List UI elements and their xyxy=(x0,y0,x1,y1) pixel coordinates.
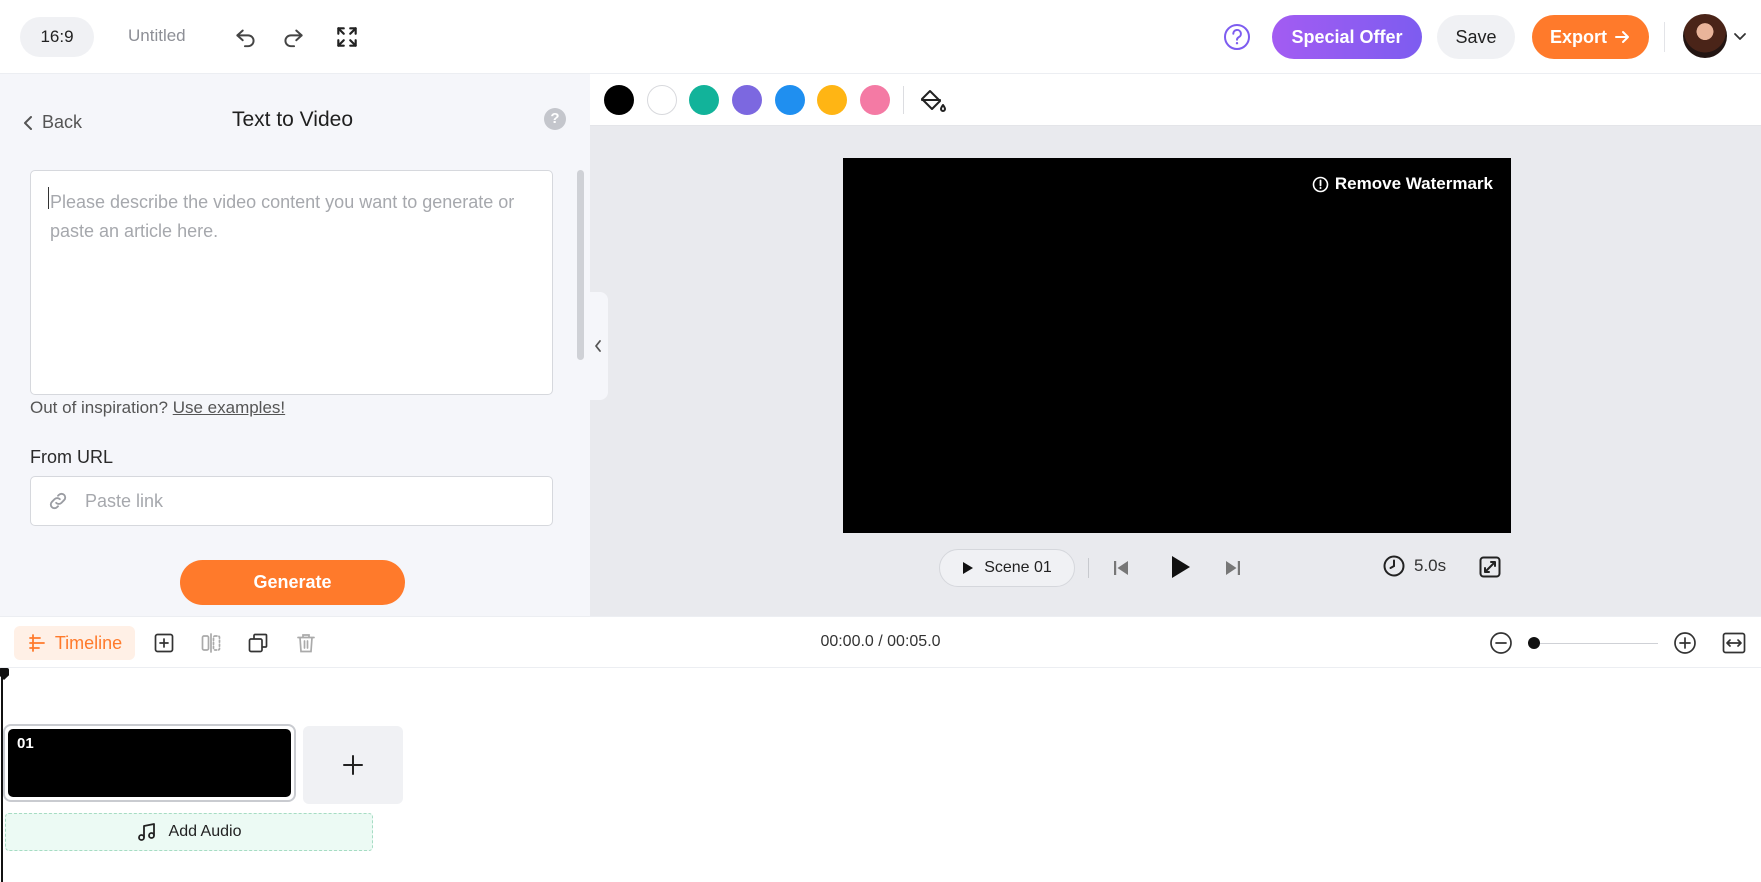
text-caret xyxy=(48,187,49,209)
color-swatch-yellow[interactable] xyxy=(817,85,847,115)
panel-title: Text to Video xyxy=(231,108,354,131)
scene-clip-number: 01 xyxy=(17,735,34,752)
clock-icon xyxy=(1383,555,1405,577)
add-audio-button[interactable]: Add Audio xyxy=(5,813,373,851)
paint-bucket-icon[interactable] xyxy=(918,86,948,116)
panel-help-icon[interactable]: ? xyxy=(544,108,566,130)
zoom-slider-track[interactable] xyxy=(1533,643,1658,644)
top-toolbar: 16:9 Untitled Special Offer Save Export xyxy=(0,0,1761,74)
info-icon xyxy=(1312,176,1329,192)
color-toolbar xyxy=(590,74,1761,126)
color-swatch-teal[interactable] xyxy=(689,85,719,115)
collapse-panel-button[interactable] xyxy=(588,292,608,400)
scene-duration[interactable]: 5.0s xyxy=(1382,554,1446,578)
undo-icon[interactable] xyxy=(229,20,263,54)
link-icon xyxy=(49,492,67,510)
skip-next-icon[interactable] xyxy=(1221,556,1245,580)
color-swatch-purple[interactable] xyxy=(732,85,762,115)
url-field-wrapper xyxy=(30,476,553,526)
color-swatch-blue[interactable] xyxy=(775,85,805,115)
chevron-down-icon[interactable] xyxy=(1732,28,1748,44)
export-button[interactable]: Export xyxy=(1532,15,1649,59)
panel-scrollbar[interactable] xyxy=(577,170,584,360)
prompt-textarea[interactable] xyxy=(31,171,552,394)
remove-watermark-label: Remove Watermark xyxy=(1334,174,1493,193)
inspiration-text: Out of inspiration? xyxy=(30,398,168,417)
aspect-ratio-button[interactable]: 16:9 xyxy=(20,17,94,57)
save-button[interactable]: Save xyxy=(1437,15,1515,59)
play-small-icon xyxy=(963,562,974,574)
scene-clip[interactable]: 01 xyxy=(3,724,296,802)
arrow-right-icon xyxy=(1615,31,1629,43)
scene-label: Scene 01 xyxy=(984,559,1052,576)
color-swatch-white[interactable] xyxy=(647,85,677,115)
canvas-area: Remove Watermark Scene 01 5.0s xyxy=(590,74,1761,616)
play-icon[interactable] xyxy=(1165,552,1195,582)
timeline-toolbar: Timeline 00:00.0 / 00:05.0 xyxy=(0,616,1761,668)
timeline-track-area: 01 Add Audio xyxy=(0,668,1761,882)
zoom-in-icon[interactable] xyxy=(1672,630,1698,656)
zoom-slider-handle[interactable] xyxy=(1528,637,1540,649)
music-note-icon xyxy=(137,823,155,841)
redo-icon[interactable] xyxy=(276,20,310,54)
controls-divider xyxy=(1088,558,1089,578)
url-input[interactable] xyxy=(85,477,545,525)
video-preview[interactable]: Remove Watermark xyxy=(843,158,1511,533)
duration-value: 5.0s xyxy=(1414,556,1447,575)
fit-timeline-icon[interactable] xyxy=(1721,630,1747,656)
prompt-textarea-wrapper xyxy=(30,170,553,395)
scene-clip-thumbnail: 01 xyxy=(8,729,291,797)
skip-previous-icon[interactable] xyxy=(1109,556,1133,580)
expand-preview-icon[interactable] xyxy=(1477,554,1503,580)
color-swatch-black[interactable] xyxy=(604,85,634,115)
add-scene-button[interactable] xyxy=(303,726,403,804)
generate-button[interactable]: Generate xyxy=(180,560,405,605)
play-scene-button[interactable]: Scene 01 xyxy=(939,549,1075,587)
inspiration-hint: Out of inspiration? Use examples! xyxy=(30,398,285,418)
from-url-label: From URL xyxy=(30,447,114,467)
add-audio-label: Add Audio xyxy=(168,823,242,840)
remove-watermark-button[interactable]: Remove Watermark xyxy=(1312,174,1493,194)
zoom-out-icon[interactable] xyxy=(1488,630,1514,656)
toolbar-divider xyxy=(1664,22,1665,52)
fullscreen-icon[interactable] xyxy=(330,20,364,54)
use-examples-link[interactable]: Use examples! xyxy=(173,398,285,417)
chevron-left-icon xyxy=(595,340,601,352)
help-icon[interactable] xyxy=(1220,20,1254,54)
special-offer-button[interactable]: Special Offer xyxy=(1272,15,1422,59)
document-title[interactable]: Untitled xyxy=(128,26,186,46)
color-toolbar-divider xyxy=(903,86,904,114)
plus-icon xyxy=(343,755,363,775)
text-to-video-panel: Back Text to Video ? Out of inspiration?… xyxy=(0,74,590,616)
playhead-handle[interactable] xyxy=(0,668,9,680)
export-button-label: Export xyxy=(1549,26,1607,47)
avatar[interactable] xyxy=(1683,14,1727,58)
color-swatch-pink[interactable] xyxy=(860,85,890,115)
